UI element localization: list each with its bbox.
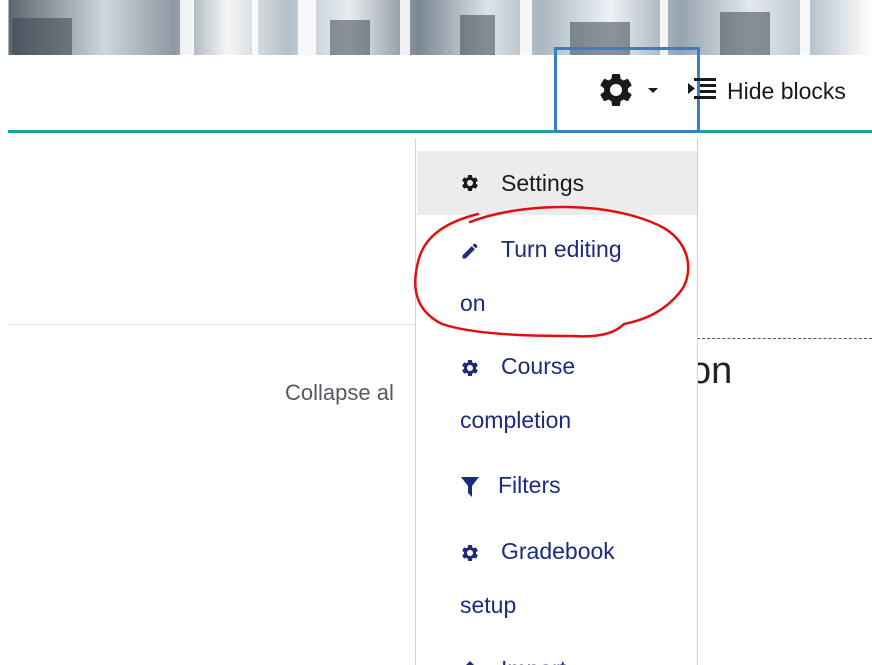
banner-shape (400, 0, 410, 55)
gear-icon (460, 543, 480, 563)
banner-shape (298, 0, 316, 55)
course-actions-menu-button[interactable] (554, 47, 700, 133)
collapse-all-link[interactable]: Collapse al (285, 380, 394, 406)
menu-item-label-continued: setup (460, 592, 517, 618)
hide-blocks-label: Hide blocks (727, 77, 846, 104)
menu-item-filters[interactable]: Filters (417, 458, 697, 512)
banner-shape (800, 0, 810, 55)
pencil-icon (460, 241, 480, 261)
menu-item-import[interactable]: Import (417, 642, 697, 665)
filter-icon (460, 477, 480, 497)
banner-shape (520, 0, 532, 55)
hide-blocks-button[interactable]: Hide blocks (686, 74, 846, 108)
section-divider (8, 324, 416, 325)
banner-shape (252, 0, 258, 55)
banner-shape (330, 20, 370, 55)
menu-item-label: Turn editing (501, 236, 622, 262)
section-dashed-divider (697, 338, 872, 339)
menu-item-settings[interactable]: Settings (417, 151, 697, 215)
menu-item-gradebook-setup[interactable]: Gradebook setup (417, 524, 697, 632)
menu-item-course-completion[interactable]: Course completion (417, 339, 697, 447)
gear-icon (596, 70, 636, 110)
banner-shape (12, 18, 72, 55)
gear-icon (460, 358, 480, 378)
menu-item-label-continued: on (460, 290, 486, 316)
indent-list-icon (686, 76, 718, 106)
chevron-down-icon (648, 87, 658, 93)
header-accent-line (8, 130, 872, 133)
course-banner-image (0, 0, 872, 55)
banner-shape (180, 0, 194, 55)
menu-item-label: Course (501, 353, 576, 379)
menu-item-label: Gradebook (501, 538, 615, 564)
banner-shape (720, 12, 770, 55)
course-actions-dropdown: Settings Turn editing on Course completi… (415, 138, 698, 665)
upload-icon (460, 661, 480, 665)
banner-shape (460, 15, 495, 55)
menu-item-label-continued: completion (460, 407, 572, 433)
menu-item-turn-editing-on[interactable]: Turn editing on (417, 222, 697, 330)
gear-icon (460, 173, 480, 193)
